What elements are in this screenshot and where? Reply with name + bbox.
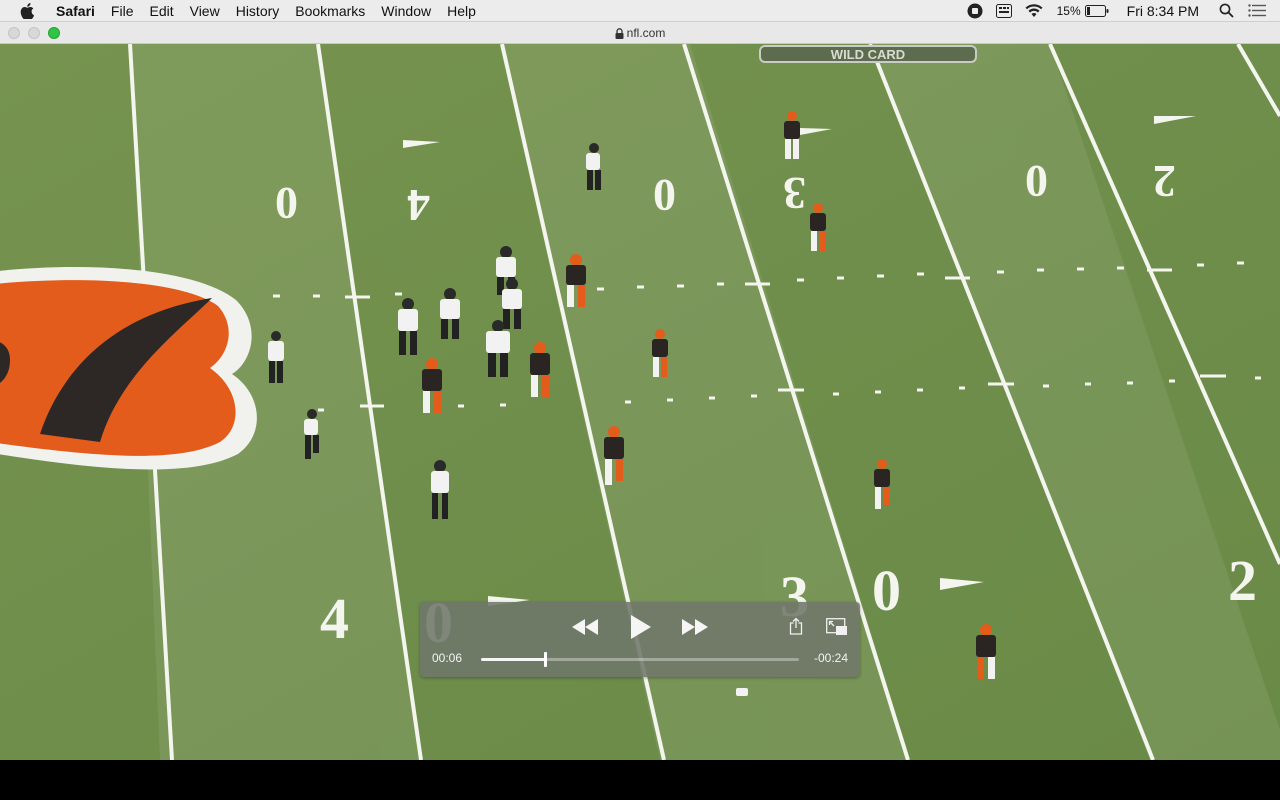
scrubber-track[interactable] bbox=[481, 652, 799, 667]
wifi-icon[interactable] bbox=[1025, 3, 1043, 18]
midfield-logo bbox=[0, 267, 257, 470]
field-number: 0 bbox=[275, 178, 298, 229]
notification-center-icon[interactable] bbox=[1248, 4, 1266, 17]
video-controls: 00:06 -00:24 bbox=[420, 602, 860, 677]
share-icon bbox=[789, 617, 803, 635]
play-button[interactable] bbox=[627, 612, 655, 642]
field-number: 2 bbox=[1228, 548, 1257, 613]
screen-record-icon[interactable] bbox=[967, 3, 983, 19]
fast-forward-icon bbox=[682, 619, 708, 635]
field-number: 0 bbox=[872, 558, 901, 623]
menu-clock[interactable]: Fri 8:34 PM bbox=[1127, 3, 1199, 19]
rewind-icon bbox=[572, 619, 598, 635]
spotlight-search-icon[interactable] bbox=[1219, 3, 1234, 18]
window-minimize-button[interactable] bbox=[28, 27, 40, 39]
field-number: 4 bbox=[407, 180, 430, 231]
window-close-button[interactable] bbox=[8, 27, 20, 39]
menu-file[interactable]: File bbox=[103, 0, 142, 22]
menu-help[interactable]: Help bbox=[439, 0, 484, 22]
battery-percent: 15% bbox=[1056, 3, 1081, 18]
status-area: 15% Fri 8:34 PM bbox=[954, 0, 1280, 22]
keyboard-input-icon[interactable] bbox=[995, 3, 1012, 18]
share-button[interactable] bbox=[786, 615, 806, 637]
field-number: 4 bbox=[320, 586, 349, 651]
address-bar[interactable]: nfl.com bbox=[0, 22, 1280, 44]
current-time: 00:06 bbox=[432, 651, 463, 665]
play-icon bbox=[631, 615, 651, 639]
window-zoom-button[interactable] bbox=[48, 27, 60, 39]
wild-card-banner: WILD CARD bbox=[759, 45, 977, 63]
menu-edit[interactable]: Edit bbox=[141, 0, 181, 22]
menu-app-name[interactable]: Safari bbox=[48, 0, 103, 22]
battery-icon[interactable] bbox=[1084, 4, 1109, 17]
picture-in-picture-icon bbox=[826, 618, 847, 635]
field-number: 2 bbox=[1153, 156, 1176, 207]
apple-menu-icon[interactable] bbox=[16, 0, 38, 22]
url-text: nfl.com bbox=[626, 26, 666, 40]
field-number: 3 bbox=[783, 168, 806, 219]
lock-icon bbox=[615, 27, 624, 39]
letterbox-bar bbox=[0, 760, 1280, 800]
menu-history[interactable]: History bbox=[228, 0, 288, 22]
field-number: 0 bbox=[653, 170, 676, 221]
browser-title-bar: nfl.com bbox=[0, 22, 1280, 44]
field-number: 0 bbox=[1025, 156, 1048, 207]
picture-in-picture-button[interactable] bbox=[826, 617, 848, 637]
fast-forward-button[interactable] bbox=[678, 614, 712, 640]
remaining-time: -00:24 bbox=[813, 651, 848, 665]
menu-bookmarks[interactable]: Bookmarks bbox=[287, 0, 373, 22]
wild-card-text: WILD CARD bbox=[831, 47, 905, 62]
scrubber-handle[interactable] bbox=[543, 652, 547, 667]
menu-view[interactable]: View bbox=[182, 0, 228, 22]
menu-bar: Safari File Edit View History Bookmarks … bbox=[0, 0, 1280, 22]
menu-window[interactable]: Window bbox=[373, 0, 439, 22]
rewind-button[interactable] bbox=[568, 614, 602, 640]
scrubber-progress bbox=[481, 658, 545, 661]
